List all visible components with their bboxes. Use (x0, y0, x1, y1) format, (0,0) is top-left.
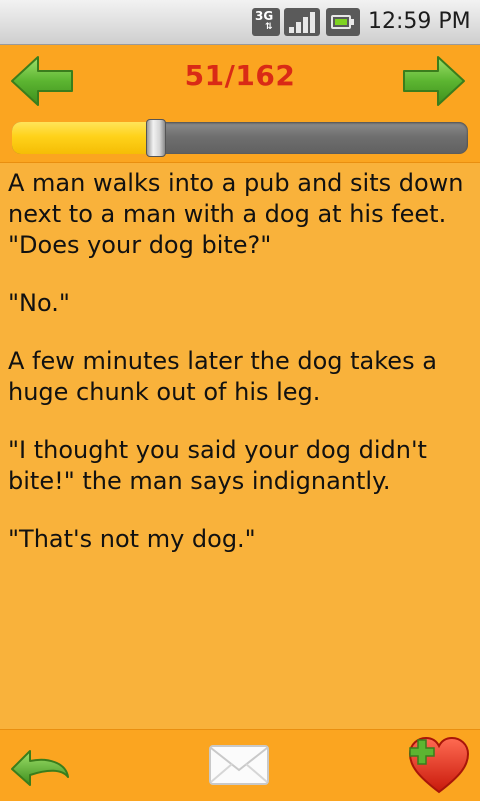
arrow-left-icon (11, 56, 73, 106)
status-bar: 3G ⇅ 12:59 PM (0, 0, 480, 45)
joke-text: A man walks into a pub and sits down nex… (8, 168, 474, 582)
next-joke-button[interactable] (402, 55, 466, 107)
status-time: 12:59 PM (368, 9, 471, 34)
undo-arrow-icon (11, 750, 69, 786)
share-email-button[interactable] (208, 742, 270, 788)
previous-joke-button[interactable] (10, 55, 74, 107)
network-type: 3G (255, 9, 274, 23)
joke-counter: 51/162 (184, 59, 296, 92)
joke-header: 51/162 (0, 45, 480, 163)
joke-paragraph-3: A few minutes later the dog takes a huge… (8, 347, 437, 406)
joke-paragraph-5: "That's not my dog." (8, 525, 256, 553)
envelope-icon (209, 745, 269, 785)
back-button[interactable] (8, 739, 72, 793)
battery-icon (326, 8, 360, 36)
joke-position-slider[interactable] (12, 119, 468, 157)
3g-data-icon: 3G ⇅ (252, 8, 280, 36)
bottom-toolbar (0, 729, 480, 801)
joke-paragraph-1: A man walks into a pub and sits down nex… (8, 169, 464, 259)
arrow-right-icon (403, 56, 465, 106)
heart-plus-icon (408, 736, 470, 794)
slider-progress-fill (12, 122, 156, 154)
joke-paragraph-2: "No." (8, 289, 70, 317)
add-favorite-button[interactable] (406, 734, 472, 796)
signal-strength-icon (284, 8, 320, 36)
joke-paragraph-4: "I thought you said your dog didn't bite… (8, 436, 427, 495)
slider-thumb[interactable] (146, 119, 166, 157)
